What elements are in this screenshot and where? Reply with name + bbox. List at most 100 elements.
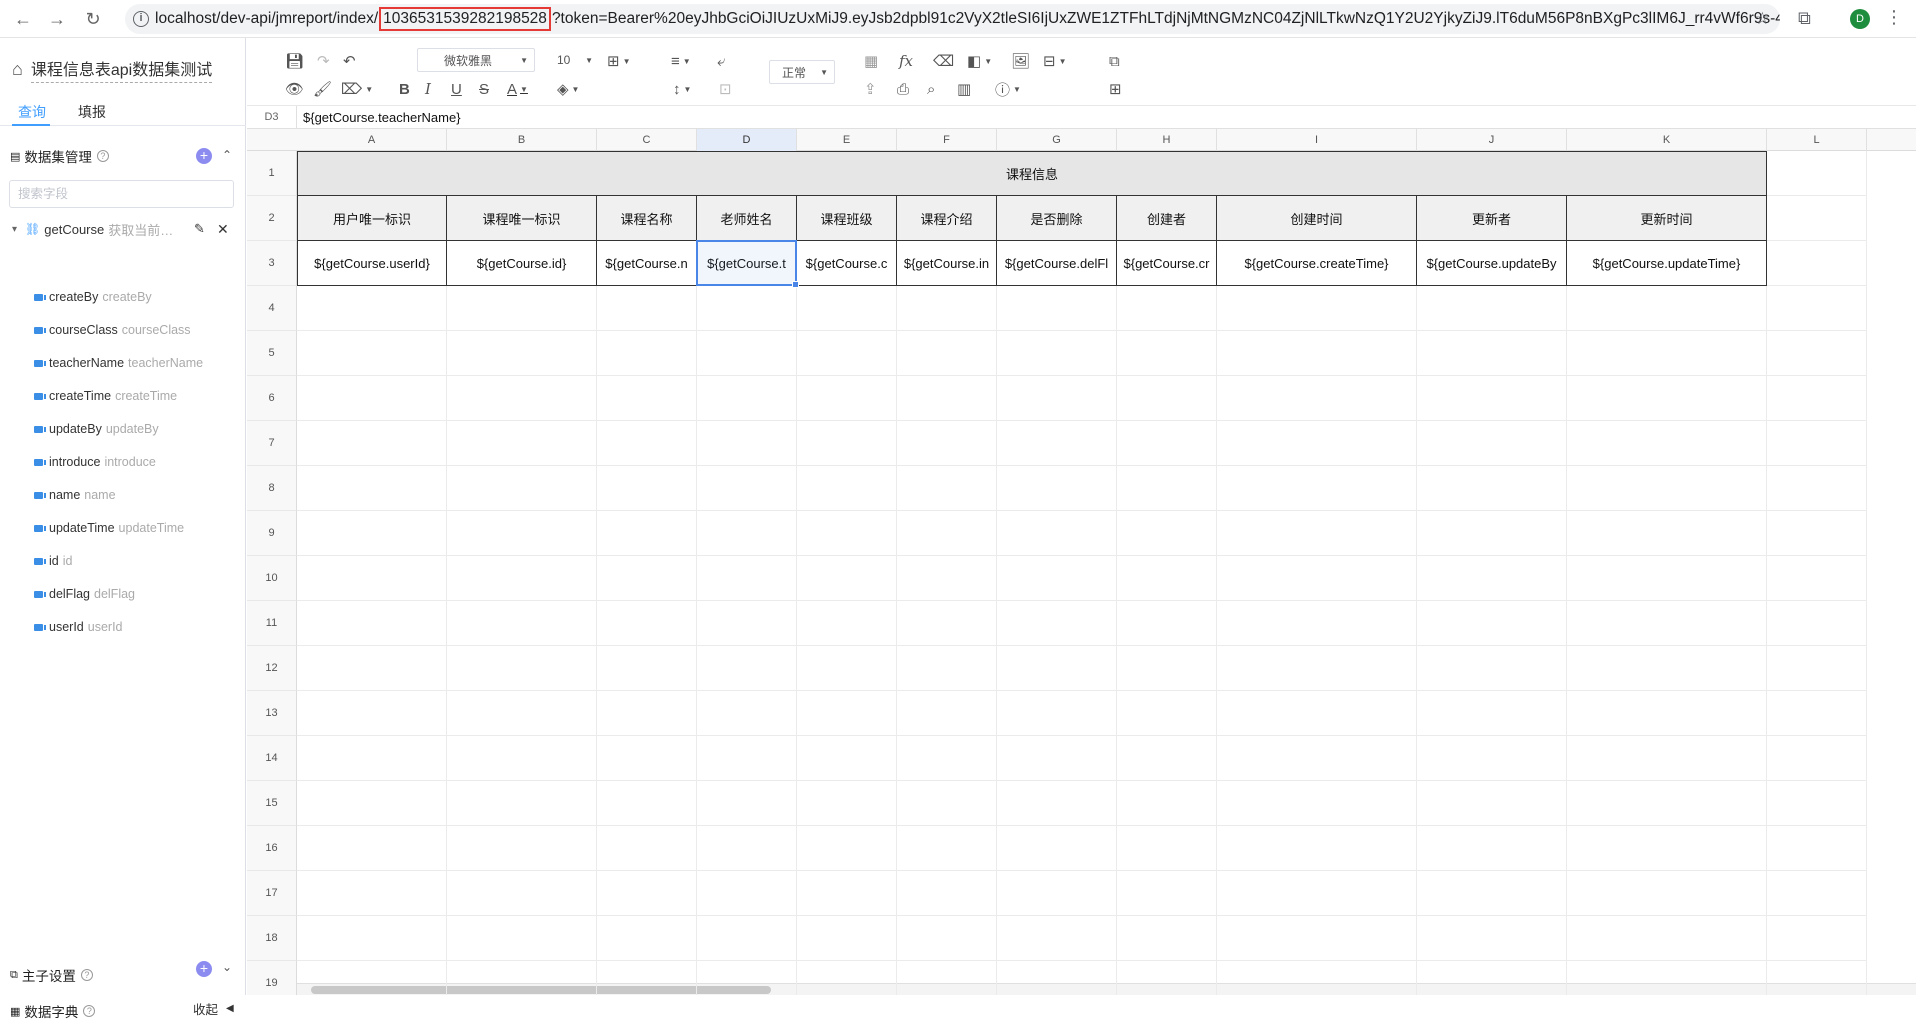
column-header-F[interactable]: F <box>897 129 997 151</box>
cell-data-E[interactable]: ${getCourse.c <box>797 241 897 286</box>
forward-icon[interactable]: → <box>42 4 72 34</box>
barcode-icon[interactable]: ▥ <box>957 78 971 100</box>
column-header-J[interactable]: J <box>1417 129 1567 151</box>
chart-grid-icon[interactable]: ⊟ ▼ <box>1043 50 1067 72</box>
strikethrough-icon[interactable]: S <box>479 78 489 100</box>
row-header-2[interactable]: 2 <box>247 196 297 241</box>
cell-title[interactable]: 课程信息 <box>297 151 1767 196</box>
font-family-select[interactable]: 微软雅黑 ▼ <box>417 48 535 72</box>
align-icon[interactable]: ≡ ▼ <box>671 50 691 72</box>
cell-header-K[interactable]: 更新时间 <box>1567 196 1767 241</box>
cell-data-F[interactable]: ${getCourse.in <box>897 241 997 286</box>
preview-icon[interactable]: ⧉ <box>1109 50 1120 72</box>
cell-header-H[interactable]: 创建者 <box>1117 196 1217 241</box>
cell-data-J[interactable]: ${getCourse.updateBy <box>1417 241 1567 286</box>
field-item-createTime[interactable]: createTime createTime <box>34 386 177 406</box>
cell-header-B[interactable]: 课程唯一标识 <box>447 196 597 241</box>
eraser-icon[interactable]: ⌦ ▼ <box>341 78 373 100</box>
redo-icon[interactable]: ↷ <box>317 50 330 72</box>
cell-data-A[interactable]: ${getCourse.userId} <box>297 241 447 286</box>
row-header-6[interactable]: 6 <box>247 376 297 421</box>
row-header-9[interactable]: 9 <box>247 511 297 556</box>
cell-data-C[interactable]: ${getCourse.n <box>597 241 697 286</box>
cell-header-D[interactable]: 老师姓名 <box>697 196 797 241</box>
row-header-8[interactable]: 8 <box>247 466 297 511</box>
column-header-L[interactable]: L <box>1767 129 1867 151</box>
column-header-C[interactable]: C <box>597 129 697 151</box>
row-header-14[interactable]: 14 <box>247 736 297 781</box>
upload-icon[interactable]: ⇪ <box>864 78 877 100</box>
help-icon[interactable]: ? <box>83 1005 96 1017</box>
cell-header-A[interactable]: 用户唯一标识 <box>297 196 447 241</box>
row-header-4[interactable]: 4 <box>247 286 297 331</box>
collapse-up-icon[interactable]: ⌃ <box>222 148 232 162</box>
back-icon[interactable]: ← <box>8 4 38 34</box>
freeze-icon[interactable]: ◧ ▼ <box>967 50 992 72</box>
row-header-12[interactable]: 12 <box>247 646 297 691</box>
row-header-13[interactable]: 13 <box>247 691 297 736</box>
wrap-text-icon[interactable]: ⤶ <box>717 50 725 72</box>
cell-header-J[interactable]: 更新者 <box>1417 196 1567 241</box>
row-header-19[interactable]: 19 <box>247 961 297 995</box>
cell-data-G[interactable]: ${getCourse.delFl <box>997 241 1117 286</box>
help-circle-icon[interactable]: ⓘ ▼ <box>995 78 1021 100</box>
field-item-teacherName[interactable]: teacherName teacherName <box>34 353 203 373</box>
site-info-icon[interactable]: i <box>133 11 149 27</box>
print-icon[interactable]: ⎙ <box>897 78 909 100</box>
cell-reference[interactable]: D3 <box>247 106 297 128</box>
fill-color-icon[interactable]: ◈ ▼ <box>557 78 579 100</box>
extensions-icon[interactable]: ⧉ <box>1798 8 1811 29</box>
row-header-16[interactable]: 16 <box>247 826 297 871</box>
column-header-E[interactable]: E <box>797 129 897 151</box>
column-header-K[interactable]: K <box>1567 129 1767 151</box>
formula-value[interactable]: ${getCourse.teacherName} <box>297 110 461 125</box>
cell-data-I[interactable]: ${getCourse.createTime} <box>1217 241 1417 286</box>
cell-header-I[interactable]: 创建时间 <box>1217 196 1417 241</box>
undo-icon[interactable]: ↶ <box>343 50 356 72</box>
cell-data-H[interactable]: ${getCourse.cr <box>1117 241 1217 286</box>
formula-fx-icon[interactable]: fx <box>899 50 913 72</box>
row-header-3[interactable]: 3 <box>247 241 297 286</box>
border-icon[interactable]: ⊞ ▼ <box>607 50 631 72</box>
reload-icon[interactable]: ↻ <box>78 4 108 34</box>
row-header-11[interactable]: 11 <box>247 601 297 646</box>
zoom-mode-select[interactable]: 正常 ▼ <box>769 60 835 84</box>
row-header-18[interactable]: 18 <box>247 916 297 961</box>
edit-dataset-icon[interactable]: ✎ <box>194 221 205 237</box>
valign-icon[interactable]: ↕ ▼ <box>673 78 691 100</box>
cell-data-K[interactable]: ${getCourse.updateTime} <box>1567 241 1767 286</box>
cell-header-G[interactable]: 是否删除 <box>997 196 1117 241</box>
cell-header-E[interactable]: 课程班级 <box>797 196 897 241</box>
column-header-H[interactable]: H <box>1117 129 1217 151</box>
cell-header-F[interactable]: 课程介绍 <box>897 196 997 241</box>
bookmark-star-icon[interactable]: ☆ <box>1755 9 1770 29</box>
delete-dataset-icon[interactable]: ✕ <box>217 221 229 238</box>
clear-format-icon[interactable]: ⌫ <box>933 50 954 72</box>
row-header-17[interactable]: 17 <box>247 871 297 916</box>
field-item-name[interactable]: name name <box>34 485 116 505</box>
layout-icon[interactable]: ⊞ <box>1109 78 1122 100</box>
field-item-userId[interactable]: userId userId <box>34 617 123 637</box>
image-icon[interactable]: 🖼︎ <box>1011 50 1030 72</box>
field-search-input[interactable] <box>9 180 234 208</box>
row-header-15[interactable]: 15 <box>247 781 297 826</box>
field-item-updateTime[interactable]: updateTime updateTime <box>34 518 184 538</box>
column-header-A[interactable]: A <box>297 129 447 151</box>
collapse-sidebar-button[interactable]: 收起 ◀ <box>193 999 234 1018</box>
eye-icon[interactable]: 👁︎ <box>285 78 304 100</box>
spreadsheet-grid[interactable]: ABCDEFGHIJKL 1 2 3 4 5 6 7 8 9 10 11 12 13 14 15 16 17 18… <box>247 129 1916 995</box>
tab-fill[interactable]: 填报 <box>78 102 106 122</box>
row-header-10[interactable]: 10 <box>247 556 297 601</box>
format-painter-icon[interactable]: 🖌︎ <box>313 78 332 100</box>
chevron-down-icon[interactable]: ⌄ <box>222 960 232 974</box>
report-title[interactable]: 课程信息表api数据集测试 <box>30 56 213 83</box>
row-header-7[interactable]: 7 <box>247 421 297 466</box>
italic-icon[interactable]: I <box>425 78 431 100</box>
merge-cells-icon[interactable]: ⊡ <box>719 78 732 100</box>
column-header-G[interactable]: G <box>997 129 1117 151</box>
scrollbar-thumb[interactable] <box>311 986 771 994</box>
bold-icon[interactable]: B <box>399 78 410 100</box>
cell-header-C[interactable]: 课程名称 <box>597 196 697 241</box>
row-header-5[interactable]: 5 <box>247 331 297 376</box>
help-icon[interactable]: ? <box>96 150 109 162</box>
